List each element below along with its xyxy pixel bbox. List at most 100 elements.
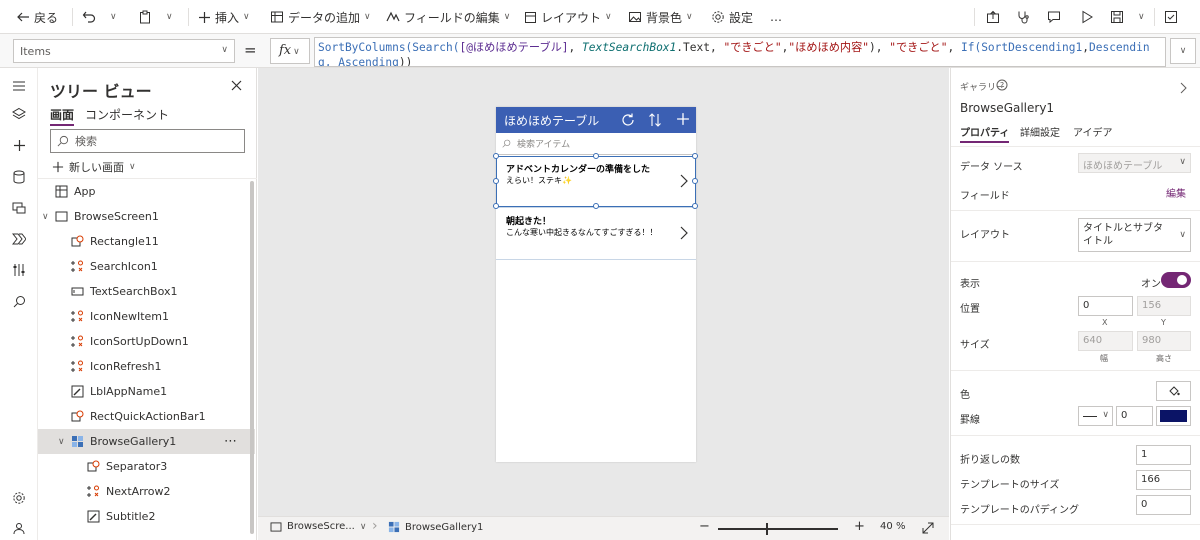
- position-y-input[interactable]: 156: [1137, 296, 1191, 316]
- data-source-dropdown[interactable]: ほめほめテーブル ∨: [1078, 153, 1191, 173]
- insert-button[interactable]: 挿入 ∨: [198, 0, 250, 34]
- fill-color-picker[interactable]: [1156, 381, 1191, 401]
- tree-item-app[interactable]: App: [38, 179, 255, 204]
- close-tree-button[interactable]: [231, 80, 242, 91]
- sort-button[interactable]: [648, 112, 662, 128]
- tree-item-iconnewitem1[interactable]: IconNewItem1: [38, 304, 255, 329]
- resize-handle[interactable]: [692, 203, 698, 209]
- chevron-right-icon[interactable]: [1180, 82, 1187, 94]
- insert-label: 挿入: [215, 10, 240, 25]
- tab-screens[interactable]: 画面: [50, 106, 75, 126]
- layout-dropdown[interactable]: タイトルとサブタイトル ∨: [1078, 218, 1191, 252]
- data-pane-button[interactable]: [9, 167, 29, 187]
- paste-button[interactable]: [138, 0, 152, 34]
- app-search-box[interactable]: 検索アイテム: [496, 133, 696, 155]
- zoom-slider-thumb[interactable]: [766, 523, 768, 535]
- resize-handle[interactable]: [493, 153, 499, 159]
- tree-item-iconrefresh1[interactable]: IconRefresh1: [38, 354, 255, 379]
- back-button[interactable]: 戻る: [16, 0, 58, 34]
- tree-item-browsegallery1[interactable]: ∨ BrowseGallery1 ⋯: [38, 429, 255, 454]
- border-color-picker[interactable]: [1156, 406, 1191, 426]
- settings-rail-button[interactable]: [9, 488, 29, 508]
- border-style-dropdown[interactable]: ∨: [1078, 406, 1113, 426]
- tree-item-browsescreen1[interactable]: ∨ BrowseScreen1: [38, 204, 255, 229]
- undo-button[interactable]: [82, 0, 96, 34]
- refresh-button[interactable]: [620, 112, 636, 128]
- fit-to-window-button[interactable]: [922, 522, 934, 534]
- paste-menu-button[interactable]: ∨: [166, 0, 173, 34]
- width-input[interactable]: 640: [1078, 331, 1133, 351]
- tree-item-subtitle2[interactable]: Subtitle2: [38, 504, 255, 529]
- new-screen-button[interactable]: 新しい画面 ∨: [52, 159, 136, 175]
- comments-button[interactable]: [1047, 0, 1061, 34]
- tree-scrollbar[interactable]: [250, 181, 254, 534]
- save-button[interactable]: [1110, 0, 1124, 34]
- virtual-agent-button[interactable]: [9, 518, 29, 538]
- visible-toggle[interactable]: [1161, 272, 1191, 288]
- property-dropdown[interactable]: Items ∨: [13, 39, 235, 63]
- template-padding-input[interactable]: 0: [1136, 495, 1191, 515]
- more-commands-button[interactable]: …: [770, 0, 782, 34]
- app-screen-preview[interactable]: ほめほめテーブル 検索アイテム アドベントカレンダーの準備をした えらい！ステキ…: [493, 107, 698, 462]
- tree-item-iconsortupdown1[interactable]: IconSortUpDown1: [38, 329, 255, 354]
- zoom-in-button[interactable]: +: [854, 519, 865, 534]
- settings-button[interactable]: 設定: [711, 0, 753, 34]
- edit-fields-link[interactable]: 編集: [1166, 185, 1186, 200]
- resize-handle[interactable]: [692, 178, 698, 184]
- breadcrumb-screen[interactable]: BrowseScre... ∨: [270, 521, 366, 532]
- design-canvas[interactable]: ほめほめテーブル 検索アイテム アドベントカレンダーの準備をした えらい！ステキ…: [258, 68, 949, 516]
- border-width-input[interactable]: 0: [1116, 406, 1153, 426]
- tree-item-rectangle11[interactable]: Rectangle11: [38, 229, 255, 254]
- height-input[interactable]: 980: [1137, 331, 1191, 351]
- more-options-button[interactable]: ⋯: [224, 434, 237, 449]
- tab-components[interactable]: コンポーネント: [85, 106, 169, 123]
- position-x-input[interactable]: 0: [1078, 296, 1133, 316]
- function-button[interactable]: fx ∨: [270, 38, 310, 64]
- zoom-out-button[interactable]: −: [699, 519, 710, 534]
- expand-formula-button[interactable]: ∨: [1170, 38, 1196, 64]
- tree-search-box[interactable]: 検索: [50, 129, 245, 153]
- tab-properties[interactable]: プロパティ: [960, 124, 1010, 143]
- tab-advanced[interactable]: 詳細設定: [1020, 124, 1060, 139]
- share-button[interactable]: [986, 0, 1000, 34]
- tree-item-separator3[interactable]: Separator3: [38, 454, 255, 479]
- insert-pane-button[interactable]: [9, 135, 29, 155]
- hamburger-menu-button[interactable]: [9, 76, 29, 96]
- advanced-tools-button[interactable]: [9, 260, 29, 280]
- help-icon[interactable]: ?: [996, 79, 1008, 91]
- tree-item-lblappname1[interactable]: LblAppName1: [38, 379, 255, 404]
- tab-ideas[interactable]: アイデア: [1073, 124, 1113, 139]
- template-size-input[interactable]: 166: [1136, 470, 1191, 490]
- preview-button[interactable]: [1080, 0, 1094, 34]
- edit-fields-button[interactable]: フィールドの編集 ∨: [386, 0, 510, 34]
- breadcrumb-control[interactable]: BrowseGallery1: [388, 521, 483, 533]
- new-item-button[interactable]: [676, 112, 690, 126]
- gallery-item[interactable]: 朝起きた！ こんな寒い中起きるなんてすごすぎる！！: [496, 208, 696, 260]
- publish-button[interactable]: [1164, 0, 1178, 34]
- media-pane-button[interactable]: [9, 198, 29, 218]
- add-data-button[interactable]: データの追加 ∨: [270, 0, 371, 34]
- power-automate-button[interactable]: [9, 229, 29, 249]
- tree-item-textsearchbox1[interactable]: TextSearchBox1: [38, 279, 255, 304]
- tree-view-button[interactable]: [9, 104, 29, 124]
- search-pane-button[interactable]: [9, 291, 29, 311]
- next-arrow-icon[interactable]: [680, 226, 688, 240]
- tree-item-searchicon1[interactable]: SearchIcon1: [38, 254, 255, 279]
- app-checker-button[interactable]: [1016, 0, 1030, 34]
- tree-item-rectquickactionbar1[interactable]: RectQuickActionBar1: [38, 404, 255, 429]
- formula-input[interactable]: SortByColumns(Search([@ほめほめテーブル], TextSe…: [314, 37, 1166, 67]
- tree-item-nextarrow2[interactable]: NextArrow2: [38, 479, 255, 504]
- wrap-count-input[interactable]: 1: [1136, 445, 1191, 465]
- zoom-slider[interactable]: [718, 528, 838, 530]
- resize-handle[interactable]: [692, 153, 698, 159]
- resize-handle[interactable]: [493, 178, 499, 184]
- tree-item-label: SearchIcon1: [90, 260, 158, 273]
- formula-token: ,: [947, 41, 961, 54]
- layout-button[interactable]: レイアウト ∨: [524, 0, 612, 34]
- resize-handle[interactable]: [493, 203, 499, 209]
- save-menu-button[interactable]: ∨: [1138, 0, 1145, 34]
- resize-handle[interactable]: [593, 203, 599, 209]
- undo-menu-button[interactable]: ∨: [110, 0, 117, 34]
- background-color-button[interactable]: 背景色 ∨: [628, 0, 693, 34]
- resize-handle[interactable]: [593, 153, 599, 159]
